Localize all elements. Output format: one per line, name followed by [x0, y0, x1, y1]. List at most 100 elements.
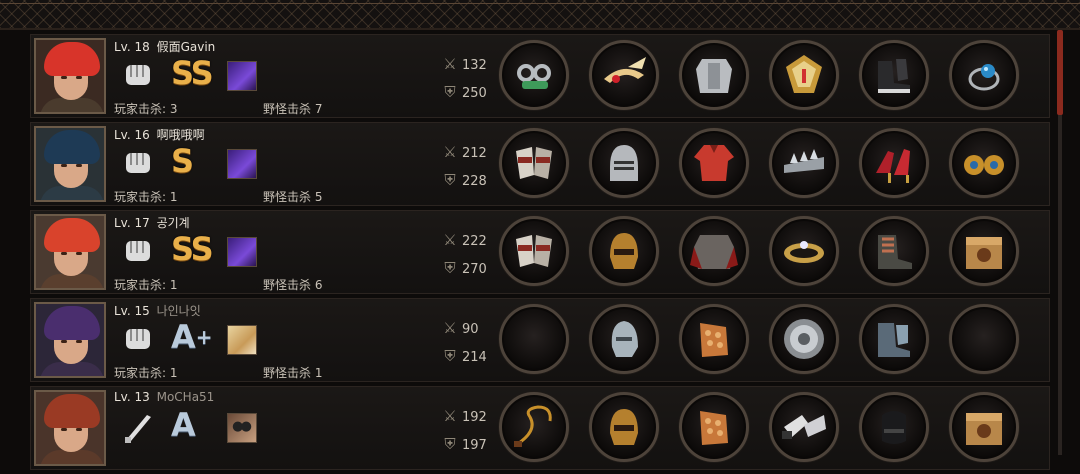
player-level-name: Lv. 13 MoCHa51 [114, 390, 214, 404]
equipment-slot[interactable] [589, 216, 659, 286]
top-border [0, 0, 1080, 30]
equipment-slot[interactable] [499, 40, 569, 110]
blue-gem-ring-icon [968, 64, 1000, 91]
equipment-slot[interactable] [769, 216, 839, 286]
player-portrait[interactable] [34, 390, 106, 466]
empty-slot-icon [958, 313, 1010, 365]
equipment-slot[interactable] [949, 216, 1019, 286]
attack-value: 212 [462, 146, 487, 161]
purple-beast-skill-icon[interactable] [227, 149, 257, 179]
white-gauntlets-icon [782, 415, 826, 439]
player-name: 나인나잇 [156, 304, 201, 318]
bandage-skill-icon[interactable] [227, 325, 257, 355]
fist-icon [126, 65, 150, 85]
player-row[interactable]: Lv. 13 MoCHa51 A ⚔ 192 ⛨ 197 [30, 386, 1050, 470]
equipment-slot[interactable] [589, 40, 659, 110]
player-level: Lv. 18 [114, 40, 150, 54]
equipment-slot[interactable] [949, 40, 1019, 110]
equipment-slot[interactable] [679, 40, 749, 110]
player-portrait[interactable] [34, 214, 106, 290]
equipment-slot[interactable] [949, 128, 1019, 198]
attack-stat: ⚔ 132 [441, 55, 487, 73]
player-name: MoCHa51 [156, 390, 215, 404]
fist-icon [126, 329, 150, 349]
shield-icon: ⛨ [444, 259, 456, 277]
player-level: Lv. 17 [114, 216, 150, 230]
equipment-slot[interactable] [499, 128, 569, 198]
fist-icon [126, 153, 150, 173]
golden-shield-icon [786, 55, 822, 93]
equipment-slot[interactable] [499, 392, 569, 462]
bronze-helmet-icon [610, 233, 638, 269]
attack-value: 90 [462, 322, 479, 337]
equipment-slot[interactable] [589, 392, 659, 462]
defense-stat: ⛨ 214 [441, 347, 486, 365]
equipment-slot[interactable] [949, 392, 1019, 462]
attack-value: 132 [462, 58, 487, 73]
equipment-slot[interactable] [769, 128, 839, 198]
purple-beast-skill-icon[interactable] [227, 61, 257, 91]
empty-slot-icon [508, 313, 560, 365]
baseball-bat-icon [125, 415, 151, 443]
defense-stat: ⛨ 250 [441, 83, 486, 101]
defense-stat: ⛨ 228 [441, 171, 486, 189]
attack-stat: ⚔ 222 [441, 231, 487, 249]
equipment-slot[interactable] [679, 216, 749, 286]
player-portrait[interactable] [34, 302, 106, 378]
player-row[interactable]: Lv. 18 假面Gavin SS 玩家击杀: 3 野怪击杀 7 ⚔ 132 ⛨ 2… [30, 34, 1050, 118]
crossed-swords-icon: ⚔ [443, 231, 457, 249]
equipment-slot[interactable] [589, 304, 659, 374]
round-shield-icon [784, 319, 824, 359]
equipment-slot[interactable] [679, 128, 749, 198]
player-level: Lv. 15 [114, 304, 150, 318]
player-portrait[interactable] [34, 126, 106, 202]
equipment-slot[interactable] [769, 40, 839, 110]
player-portrait[interactable] [34, 38, 106, 114]
chainmail-armor-icon [690, 235, 738, 269]
steel-boots-icon [878, 323, 910, 357]
player-row[interactable]: Lv. 15 나인나잇 A + 玩家击杀: 1 野怪击杀 1 ⚔ 90 ⛨ 214 [30, 298, 1050, 382]
whip-icon [514, 405, 552, 447]
equipment-slot[interactable] [499, 304, 569, 374]
player-list[interactable]: Lv. 18 假面Gavin SS 玩家击杀: 3 野怪击杀 7 ⚔ 132 ⛨ 2… [30, 34, 1050, 474]
equipment-slot[interactable] [859, 128, 929, 198]
attack-value: 222 [462, 234, 487, 249]
equipment-slot[interactable] [769, 304, 839, 374]
equipment-slot[interactable] [859, 40, 929, 110]
defense-stat: ⛨ 197 [441, 435, 486, 453]
equipment-slot[interactable] [679, 304, 749, 374]
shield-icon: ⛨ [444, 435, 456, 453]
rank-badge: SS [171, 53, 214, 93]
equipment-slot[interactable] [769, 392, 839, 462]
rank-grade: A [171, 406, 196, 444]
attack-stat: ⚔ 90 [441, 319, 479, 337]
attack-stat: ⚔ 192 [441, 407, 487, 425]
monster-kills: 野怪击杀 1 [263, 366, 323, 380]
equipment-slot[interactable] [859, 304, 929, 374]
rank-badge: S [171, 141, 194, 181]
crossed-swords-icon: ⚔ [443, 407, 457, 425]
equipment-slot[interactable] [859, 392, 929, 462]
player-level: Lv. 13 [114, 390, 150, 404]
crossed-swords-icon: ⚔ [443, 143, 457, 161]
brass-knuckles-icon [517, 64, 551, 89]
armored-gauntlets-icon [516, 235, 552, 267]
equipment-slot[interactable] [859, 216, 929, 286]
attack-value: 192 [462, 410, 487, 425]
jeweled-bracelet-icon [784, 241, 824, 263]
player-row[interactable]: Lv. 16 啊哦哦啊 S 玩家击杀: 1 野怪击杀 5 ⚔ 212 ⛨ 228 [30, 122, 1050, 206]
winged-tiara-icon [604, 57, 646, 83]
equipment-slot[interactable] [589, 128, 659, 198]
rank-grade: A [171, 318, 196, 356]
scrollbar-thumb[interactable] [1057, 30, 1063, 115]
rank-plus: + [195, 325, 213, 349]
player-name: 啊哦哦啊 [156, 128, 205, 142]
attack-stat: ⚔ 212 [441, 143, 487, 161]
purple-beast-skill-icon[interactable] [227, 237, 257, 267]
equipment-slot[interactable] [499, 216, 569, 286]
equipment-slot[interactable] [679, 392, 749, 462]
binoculars-skill-icon[interactable] [227, 413, 257, 443]
monster-kills: 野怪击杀 5 [263, 190, 323, 204]
player-row[interactable]: Lv. 17 공기계 SS 玩家击杀: 1 野怪击杀 6 ⚔ 222 ⛨ 270 [30, 210, 1050, 294]
equipment-slot[interactable] [949, 304, 1019, 374]
